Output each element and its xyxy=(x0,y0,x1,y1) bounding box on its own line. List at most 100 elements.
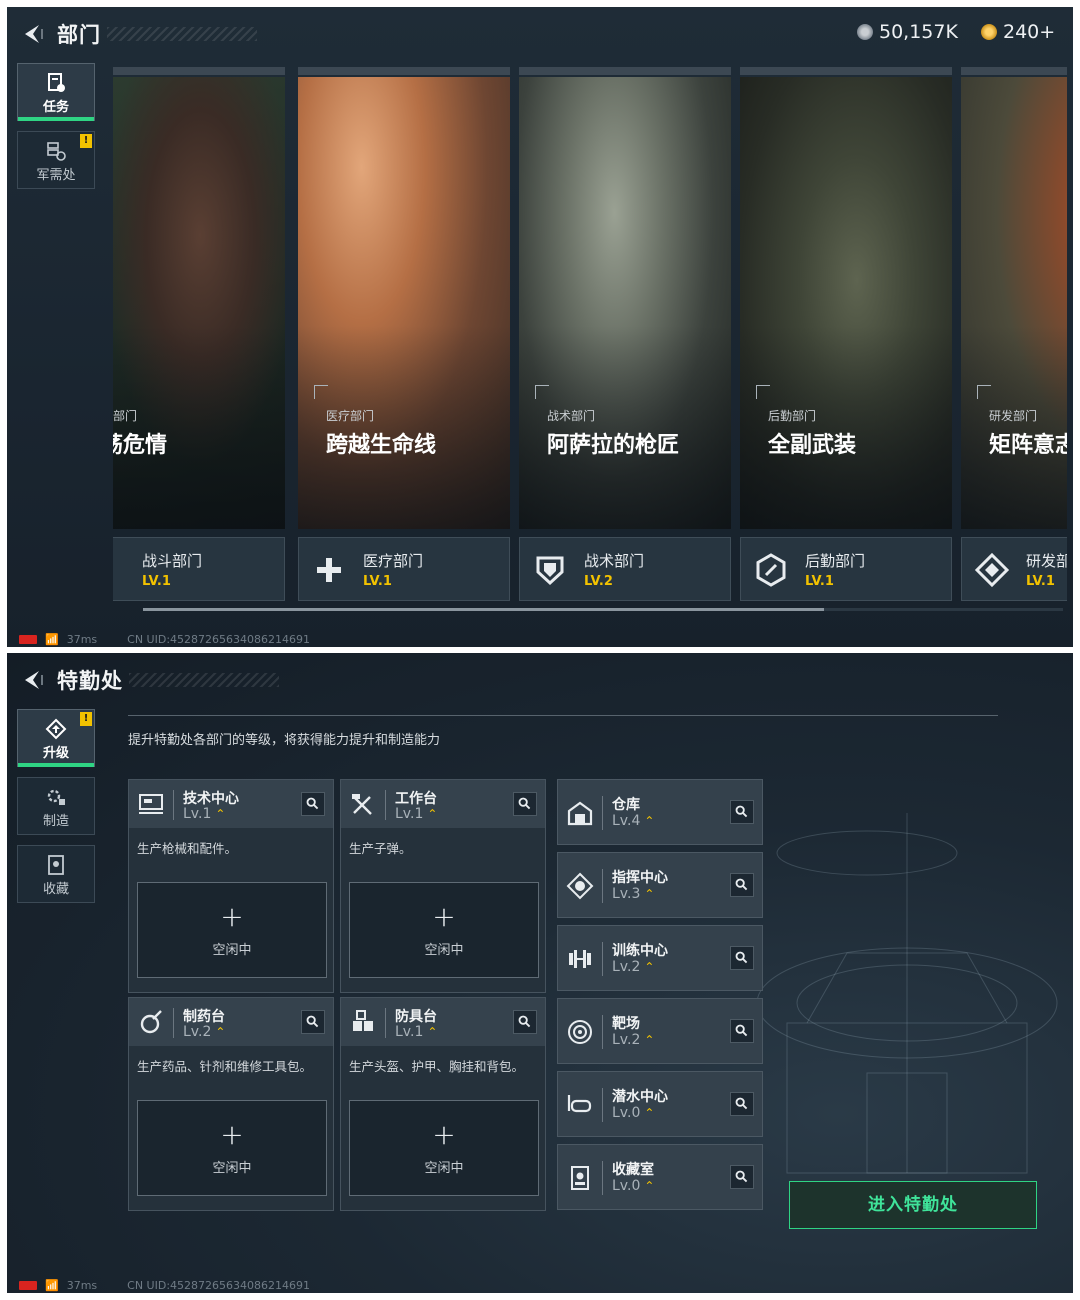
facility-description: 生产药品、针剂和维修工具包。 xyxy=(137,1059,313,1074)
department-card-medical[interactable]: 医疗部门 跨越生命线 医疗部门 LV.1 xyxy=(298,67,510,602)
facility-card-tech-center[interactable]: 技术中心 Lv.1 ⌃ 生产枪械和配件。 + 空闲中 xyxy=(128,779,334,993)
search-icon[interactable] xyxy=(730,946,754,970)
production-slot[interactable]: + 空闲中 xyxy=(349,1100,539,1196)
level-chevron-icon: ⌃ xyxy=(215,807,226,821)
level-chevron-icon: ⌃ xyxy=(644,1033,655,1047)
currency-coins: 50,157K xyxy=(857,21,958,43)
card-footer: 战术部门 LV.2 xyxy=(519,537,731,601)
room-name: 指挥中心 xyxy=(612,870,668,886)
production-slot[interactable]: + 空闲中 xyxy=(137,1100,327,1196)
plus-icon: + xyxy=(432,900,456,933)
corner-bracket xyxy=(977,385,991,399)
battery-icon xyxy=(19,1280,37,1290)
department-level: LV.2 xyxy=(584,574,613,589)
card-header-strip xyxy=(519,67,731,75)
enter-special-ops-button[interactable]: 进入特勤处 xyxy=(789,1181,1037,1229)
status-bar: 📶 37ms CN UID:452872656340862146​91 xyxy=(19,631,310,647)
craft-gear-icon xyxy=(47,789,65,805)
tab-tasks[interactable]: 任务 xyxy=(17,63,95,121)
search-icon[interactable] xyxy=(730,873,754,897)
back-arrow-icon[interactable] xyxy=(19,667,45,693)
facility-description: 生产枪械和配件。 xyxy=(137,841,238,856)
tab-craft[interactable]: 制造 xyxy=(17,777,95,835)
page-title: 部门 xyxy=(57,23,101,47)
card-title: 跨越生命线 xyxy=(326,433,437,458)
dive-mask-icon xyxy=(567,1095,592,1113)
search-icon[interactable] xyxy=(301,1010,325,1034)
search-icon[interactable] xyxy=(730,1019,754,1043)
tab-collection[interactable]: 收藏 xyxy=(17,845,95,903)
pharmacy-icon xyxy=(140,1010,162,1034)
card-footer: 研发部 LV.1 xyxy=(961,537,1067,601)
search-icon[interactable] xyxy=(513,792,537,816)
status-bar: 📶 37ms CN UID:452872656340862146​91 xyxy=(19,1277,310,1293)
room-level: Lv.3 ⌃ xyxy=(612,886,655,902)
department-name: 战斗部门 xyxy=(142,552,203,570)
carousel-scrollbar[interactable] xyxy=(143,608,1063,611)
card-subtitle: 战术部门 xyxy=(547,409,596,423)
department-level: LV.1 xyxy=(805,574,834,589)
department-carousel[interactable]: 斗部门 震荡危情 战斗部门 LV.1 医疗部门 跨越生命线 医疗部门 LV.1 xyxy=(113,67,1067,607)
department-name: 后勤部门 xyxy=(805,552,866,570)
header-hatch-decoration xyxy=(107,27,257,41)
facility-card-pharmacy[interactable]: 制药台 Lv.2 ⌃ 生产药品、针剂和维修工具包。 + 空闲中 xyxy=(128,997,334,1211)
room-name: 靶场 xyxy=(612,1016,640,1032)
tab-supply[interactable]: 军需处 ! xyxy=(17,131,95,189)
warehouse-icon xyxy=(567,801,593,826)
card-title: 震荡危情 xyxy=(113,433,168,458)
facility-header: 制药台 Lv.2 ⌃ xyxy=(129,998,333,1046)
facility-card-armor-bench[interactable]: 防具台 Lv.1 ⌃ 生产头盔、护甲、胸挂和背包。 + 空闲中 xyxy=(340,997,546,1211)
currency-gold[interactable]: 240+ xyxy=(981,21,1055,43)
tab-label: 制造 xyxy=(42,814,69,829)
header-hatch-decoration xyxy=(129,673,279,687)
search-icon[interactable] xyxy=(730,1092,754,1116)
department-card-logistics[interactable]: 后勤部门 全副武装 后勤部门 LV.1 xyxy=(740,67,952,602)
facility-level: Lv.1 ⌃ xyxy=(395,806,438,822)
card-header-strip xyxy=(740,67,952,75)
room-name: 收藏室 xyxy=(612,1162,654,1178)
room-card-training-center[interactable]: 训练中心 Lv.2 ⌃ xyxy=(557,925,763,991)
search-icon[interactable] xyxy=(301,792,325,816)
search-icon[interactable] xyxy=(730,1165,754,1189)
room-card-shooting-range[interactable]: 靶场 Lv.2 ⌃ xyxy=(557,998,763,1064)
facility-name: 制药台 xyxy=(183,1009,225,1025)
header-divider xyxy=(128,715,998,716)
room-card-dive-center[interactable]: 潜水中心 Lv.0 ⌃ xyxy=(557,1071,763,1137)
room-card-collection-room[interactable]: 收藏室 Lv.0 ⌃ xyxy=(557,1144,763,1210)
search-icon[interactable] xyxy=(730,800,754,824)
back-arrow-icon[interactable] xyxy=(19,21,45,47)
level-chevron-icon: ⌃ xyxy=(427,807,438,821)
corner-bracket xyxy=(756,385,770,399)
room-card-command-center[interactable]: 指挥中心 Lv.3 ⌃ xyxy=(557,852,763,918)
uid: CN UID:452872656340862146​91 xyxy=(127,1278,311,1292)
production-slot[interactable]: + 空闲中 xyxy=(349,882,539,978)
corner-bracket xyxy=(314,385,328,399)
department-card-research[interactable]: 研发部门 矩阵意志 研发部 LV.1 xyxy=(961,67,1067,602)
gold-icon xyxy=(981,24,997,40)
slot-status: 空闲中 xyxy=(424,943,464,958)
facility-card-workbench[interactable]: 工作台 Lv.1 ⌃ 生产子弹。 + 空闲中 xyxy=(340,779,546,993)
task-icon xyxy=(48,73,65,92)
production-slot[interactable]: + 空闲中 xyxy=(137,882,327,978)
collection-room-icon xyxy=(571,1166,589,1190)
target-icon xyxy=(568,1020,592,1044)
research-diamond-icon xyxy=(974,552,1010,588)
slot-status: 空闲中 xyxy=(212,943,252,958)
plus-icon: + xyxy=(432,1118,456,1151)
scrollbar-thumb[interactable] xyxy=(143,608,824,611)
card-footer: 医疗部门 LV.1 xyxy=(298,537,510,601)
room-name: 仓库 xyxy=(612,797,640,813)
card-artwork xyxy=(113,77,285,529)
department-card-combat[interactable]: 斗部门 震荡危情 战斗部门 LV.1 xyxy=(113,67,285,602)
card-header-strip xyxy=(113,67,285,75)
department-card-tactical[interactable]: 战术部门 阿萨拉的枪匠 战术部门 LV.2 xyxy=(519,67,731,602)
tab-upgrade[interactable]: 升级 ! xyxy=(17,709,95,767)
search-icon[interactable] xyxy=(513,1010,537,1034)
card-artwork xyxy=(298,77,510,529)
supply-icon xyxy=(47,142,66,161)
room-card-warehouse[interactable]: 仓库 Lv.4 ⌃ xyxy=(557,779,763,845)
card-header-strip xyxy=(961,67,1067,75)
card-title: 矩阵意志 xyxy=(989,433,1067,458)
coins-amount: 50,157K xyxy=(879,21,958,43)
plus-icon: + xyxy=(220,900,244,933)
